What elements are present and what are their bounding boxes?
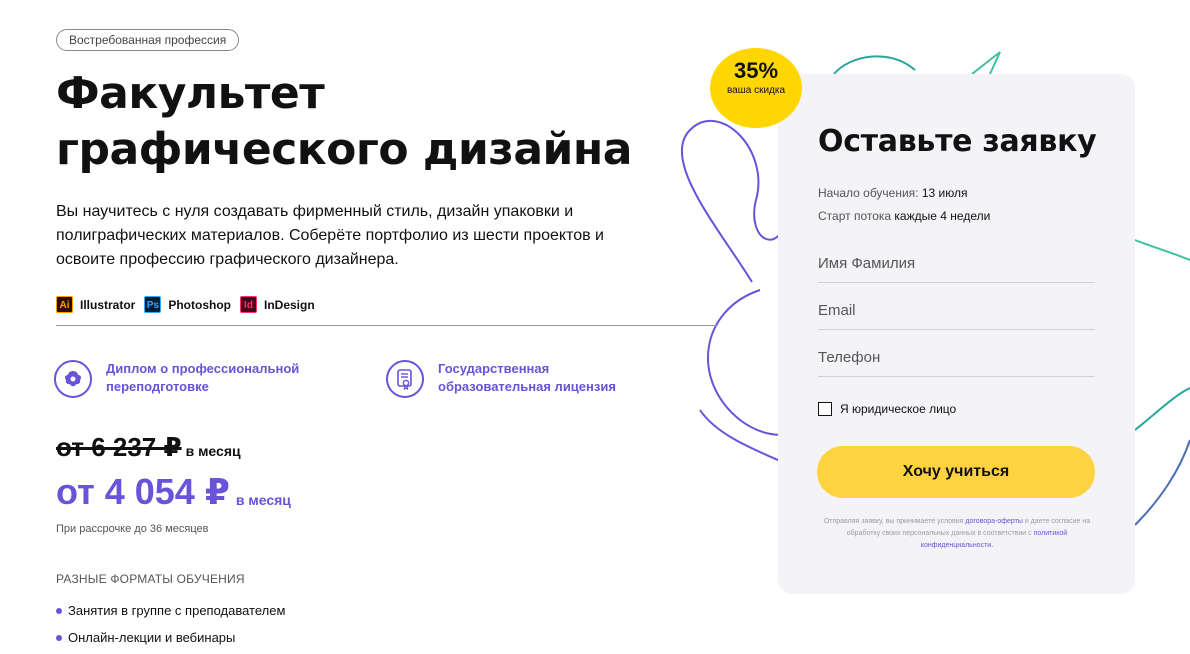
course-description: Вы научитесь с нуля создавать фирменный … [56, 203, 604, 268]
page-title-line1: Факультет [56, 68, 325, 119]
tool-photoshop: Ps Photoshop [144, 296, 231, 313]
discount-percent: 35% [733, 58, 779, 83]
old-price-unit: в месяц [185, 443, 241, 459]
formats-heading: РАЗНЫЕ ФОРМАТЫ ОБУЧЕНИЯ [56, 572, 245, 586]
feature-label: Диплом о профессиональной переподготовке [106, 361, 300, 394]
consent-text: Отправляя заявку, вы принимаете условия … [818, 516, 1096, 552]
indesign-icon: Id [240, 296, 257, 313]
illustrator-icon: Ai [56, 296, 73, 313]
tool-label: InDesign [264, 297, 315, 312]
old-price: от 6 237 ₽ в месяц [56, 432, 241, 463]
legal-entity-checkbox[interactable] [818, 402, 832, 416]
start-date-value: 13 июля [921, 186, 968, 200]
email-field[interactable] [818, 292, 1095, 330]
hero-tag: Востребованная профессия [56, 29, 240, 51]
tools-list: Ai Illustrator Ps Photoshop Id InDesign [56, 296, 324, 313]
old-price-value: от 6 237 ₽ [56, 432, 182, 462]
format-label: Занятия в группе с преподавателем [68, 603, 286, 618]
submit-button[interactable]: Хочу учиться [817, 446, 1095, 498]
feature-diploma: Диплом о профессиональной переподготовке [54, 360, 306, 398]
bullet-icon [56, 607, 62, 614]
new-price: от 4 054 ₽ в месяц [56, 470, 291, 514]
emblem-icon [54, 360, 92, 398]
photoshop-icon: Ps [144, 296, 162, 313]
tool-indesign: Id InDesign [240, 296, 315, 313]
page-title-line2: графического дизайна [56, 124, 632, 175]
tool-label: Illustrator [80, 297, 136, 312]
feature-license: Государственная образовательная лицензия [386, 360, 638, 398]
divider [56, 325, 718, 326]
new-price-unit: в месяц [235, 492, 291, 508]
stream-label: Старт потока [818, 209, 892, 223]
discount-caption: ваша скидка [726, 85, 786, 96]
discount-badge: 35% ваша скидка [710, 48, 802, 128]
start-date-info: Начало обучения: 13 июля [818, 186, 968, 200]
license-certificate-icon [386, 360, 424, 398]
installment-note: При рассрочке до 36 месяцев [56, 523, 209, 535]
offer-link[interactable]: договора-оферты [965, 518, 1022, 525]
new-price-value: от 4 054 ₽ [56, 471, 230, 512]
tool-label: Photoshop [168, 297, 231, 312]
feature-label: Государственная образовательная лицензия [438, 361, 616, 394]
application-form: Оставьте заявку Начало обучения: 13 июля… [778, 74, 1135, 594]
page-title: Факультет графического дизайна [56, 66, 676, 178]
consent-prefix: Отправляя заявку, вы принимаете условия [823, 518, 964, 525]
list-item: Онлайн-лекции и вебинары [56, 630, 235, 645]
name-field[interactable] [818, 245, 1095, 283]
start-date-label: Начало обучения: [818, 186, 919, 200]
phone-field[interactable] [818, 339, 1095, 377]
form-title: Оставьте заявку [818, 124, 1097, 159]
legal-entity-label: Я юридическое лицо [840, 402, 957, 416]
list-item: Занятия в группе с преподавателем [56, 603, 285, 618]
format-label: Онлайн-лекции и вебинары [68, 630, 236, 645]
bullet-icon [56, 634, 62, 641]
legal-entity-row[interactable]: Я юридическое лицо [818, 402, 956, 416]
stream-value: каждые 4 недели [894, 209, 991, 223]
tool-illustrator: Ai Illustrator [56, 296, 135, 313]
stream-info: Старт потока каждые 4 недели [818, 209, 990, 223]
